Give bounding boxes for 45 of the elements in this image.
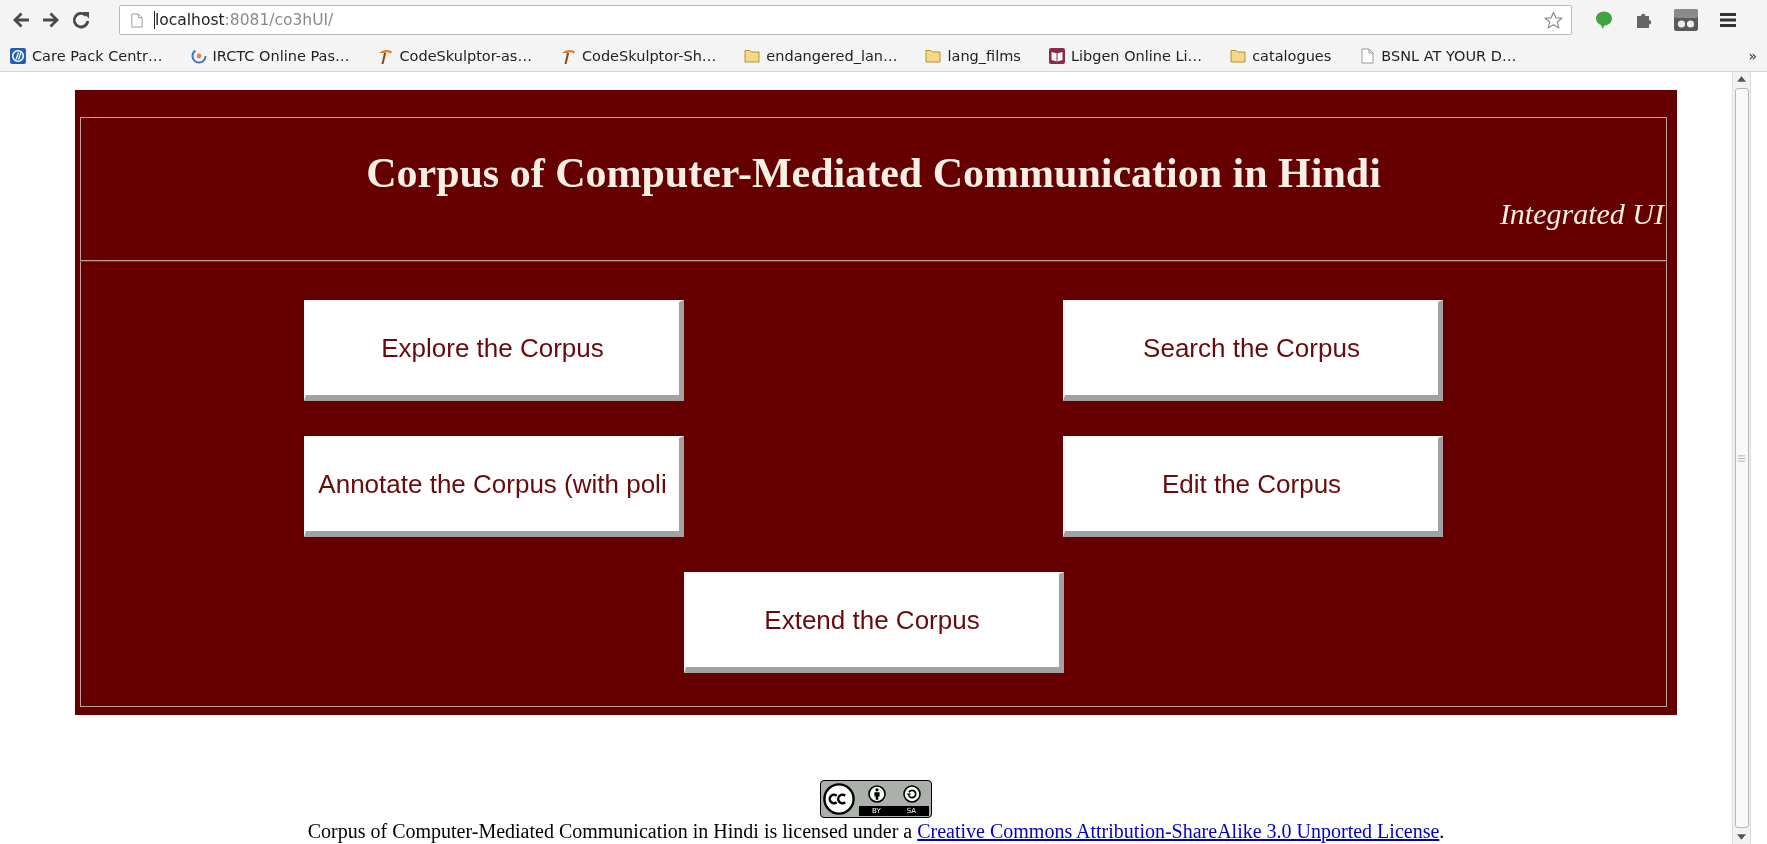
cc-icon	[823, 783, 855, 815]
scrollbar-thumb[interactable]	[1734, 88, 1749, 828]
url-text: localhost:8081/co3hUI/	[155, 11, 335, 29]
forward-icon[interactable]	[41, 10, 61, 30]
chat-bubble-icon[interactable]	[1594, 10, 1614, 30]
up-arrow-icon[interactable]	[1737, 76, 1746, 82]
grip-icon	[1738, 454, 1745, 462]
hammer-icon	[377, 47, 394, 64]
menu-button[interactable]: Search the Corpus	[1063, 300, 1443, 401]
back-icon[interactable]	[11, 10, 31, 30]
page-icon	[129, 12, 144, 28]
menu-button[interactable]: Extend the Corpus	[683, 572, 1064, 673]
menu-icon[interactable]	[1718, 10, 1738, 30]
menu-button[interactable]: Edit the Corpus	[1063, 436, 1443, 537]
bookmark[interactable]: BSNL AT YOUR D…	[1359, 47, 1517, 64]
folder-icon	[925, 47, 942, 64]
bookmark[interactable]: endangered_lan…	[744, 47, 898, 64]
more-bookmarks-button[interactable]: »	[1744, 47, 1761, 64]
down-arrow-icon[interactable]	[1737, 834, 1746, 840]
book-icon	[1048, 47, 1065, 64]
license-text: Corpus of Computer-Mediated Communication in Hindi is licensed under a Creative Commons Attribution-ShareAlike 3.0 Unported License.	[307, 820, 1445, 842]
bookmark[interactable]: CodeSkulptor-Sh…	[559, 47, 717, 64]
page-subtitle: Integrated UI	[1499, 197, 1664, 231]
bookmark[interactable]: Libgen Online Li…	[1048, 47, 1203, 64]
page-icon	[1359, 47, 1376, 64]
star-icon[interactable]	[1544, 10, 1563, 30]
scrollbar[interactable]	[1732, 72, 1751, 844]
reload-icon[interactable]	[71, 10, 91, 30]
menu-button[interactable]: Annotate the Corpus (with poli	[304, 436, 684, 537]
bookmark[interactable]: lang_films	[925, 47, 1021, 64]
bookmark[interactable]: CodeSkulptor-as…	[377, 47, 532, 64]
address-bar[interactable]: localhost:8081/co3hUI/	[119, 5, 1572, 35]
menu-button[interactable]: Explore the Corpus	[304, 300, 684, 401]
bookmark[interactable]: IRCTC Online Pas…	[190, 47, 350, 64]
swirl-icon	[190, 47, 207, 64]
bookmark[interactable]: catalogues	[1230, 47, 1332, 64]
license-link[interactable]: Creative Commons Attribution-ShareAlike 3.0 Unported License	[917, 820, 1440, 842]
folder-icon	[1230, 47, 1247, 64]
folder-icon	[744, 47, 761, 64]
text-cursor-icon	[154, 11, 155, 29]
person-icon	[867, 785, 886, 803]
bookmark[interactable]: Care Pack Centr…	[10, 47, 163, 64]
page-title: Corpus of Computer-Mediated Communication in Hindi	[365, 149, 1382, 197]
tile-icon[interactable]	[1674, 9, 1698, 31]
logo-icon	[10, 47, 26, 64]
